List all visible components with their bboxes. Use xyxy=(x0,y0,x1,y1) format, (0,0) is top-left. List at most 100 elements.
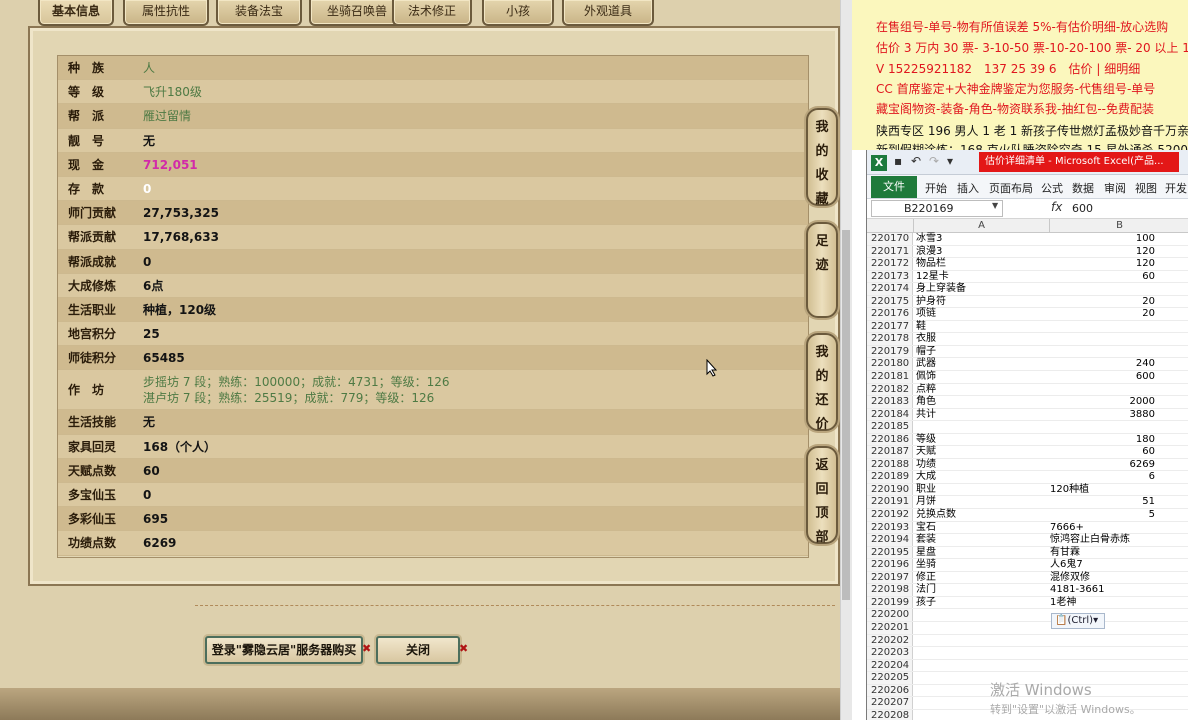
cell-a[interactable]: 点粹 xyxy=(916,384,1048,397)
tab-data[interactable]: 数据 xyxy=(1072,180,1094,196)
row-number[interactable]: 220192 xyxy=(867,509,913,521)
row-number[interactable]: 220179 xyxy=(867,345,913,358)
row-number[interactable]: 220189 xyxy=(867,471,913,483)
formula-input[interactable]: 600 xyxy=(1072,202,1093,215)
row-number[interactable]: 220174 xyxy=(867,283,913,295)
cell-a[interactable]: 帽子 xyxy=(916,346,1048,359)
my-counter-offer-button[interactable]: 我的还价 xyxy=(806,333,838,432)
cell-b[interactable]: 1老神 xyxy=(1050,597,1155,610)
cell-a[interactable]: 冰雪3 xyxy=(916,233,1048,246)
tab-page-layout[interactable]: 页面布局 xyxy=(989,180,1033,196)
row-number[interactable]: 220201 xyxy=(867,621,913,634)
row-number[interactable]: 220175 xyxy=(867,295,913,308)
chevron-down-icon[interactable]: ▾ xyxy=(947,154,953,168)
row-number[interactable]: 220177 xyxy=(867,320,913,333)
cell-b[interactable]: 180 xyxy=(1050,434,1155,447)
tab-review[interactable]: 审阅 xyxy=(1104,180,1126,196)
tab-child[interactable]: 小孩 xyxy=(482,0,554,26)
cell-a[interactable]: 衣服 xyxy=(916,333,1048,346)
cell-b[interactable]: 3880 xyxy=(1050,409,1155,422)
cell-a[interactable]: 物品栏 xyxy=(916,258,1048,271)
cell-b[interactable]: 7666+ xyxy=(1050,522,1155,535)
cell-a[interactable]: 12星卡 xyxy=(916,271,1048,284)
cell-b[interactable]: 人6鬼7 xyxy=(1050,559,1155,572)
row-number[interactable]: 220185 xyxy=(867,421,913,433)
login-server-purchase-button[interactable]: 登录"雾隐云居"服务器购买 xyxy=(205,636,363,664)
cell-a[interactable]: 修正 xyxy=(916,572,1048,585)
cell-b[interactable]: 51 xyxy=(1050,496,1155,509)
tab-mount-summon[interactable]: 坐骑召唤兽 xyxy=(309,0,405,26)
cell-a[interactable]: 宝石 xyxy=(916,522,1048,535)
cell-b[interactable]: 有甘霖 xyxy=(1050,547,1155,560)
row-number[interactable]: 220207 xyxy=(867,697,913,709)
cell-a[interactable]: 法门 xyxy=(916,584,1048,597)
row-number[interactable]: 220180 xyxy=(867,358,913,371)
cell-b[interactable]: 120 xyxy=(1050,246,1155,259)
row-number[interactable]: 220172 xyxy=(867,258,913,270)
cell-b[interactable]: 120种植 xyxy=(1050,484,1155,497)
cell-a[interactable]: 浪漫3 xyxy=(916,246,1048,259)
tab-file[interactable]: 文件 xyxy=(871,176,917,198)
row-number[interactable]: 220184 xyxy=(867,408,913,421)
row-number[interactable]: 220208 xyxy=(867,709,913,720)
column-header-b[interactable]: B xyxy=(1049,219,1188,233)
row-number[interactable]: 220182 xyxy=(867,383,913,396)
undo-icon[interactable]: ↶ xyxy=(911,154,921,168)
cell-a[interactable]: 护身符 xyxy=(916,296,1048,309)
chevron-down-icon[interactable]: ▼ xyxy=(992,201,998,210)
back-to-top-button[interactable]: 返回顶部 xyxy=(806,446,838,545)
row-number[interactable]: 220203 xyxy=(867,647,913,659)
cell-b[interactable]: 6269 xyxy=(1050,459,1155,472)
row-number[interactable]: 220199 xyxy=(867,596,913,609)
cell-a[interactable]: 项链 xyxy=(916,308,1048,321)
cell-b[interactable]: 惊鸿容止白骨赤炼 xyxy=(1050,534,1155,547)
cell-a[interactable]: 鞋 xyxy=(916,321,1048,334)
cell-b[interactable]: 20 xyxy=(1050,308,1155,321)
row-number[interactable]: 220190 xyxy=(867,483,913,496)
cell-b[interactable]: 20 xyxy=(1050,296,1155,309)
row-number[interactable]: 220178 xyxy=(867,333,913,345)
cell-a[interactable]: 套装 xyxy=(916,534,1048,547)
row-number[interactable]: 220195 xyxy=(867,546,913,559)
cell-b[interactable]: 60 xyxy=(1050,446,1155,459)
cell-a[interactable]: 天赋 xyxy=(916,446,1048,459)
row-number[interactable]: 220202 xyxy=(867,634,913,647)
row-number[interactable]: 220193 xyxy=(867,521,913,534)
save-icon[interactable]: ▪ xyxy=(894,154,902,168)
cell-a[interactable]: 功绩 xyxy=(916,459,1048,472)
cell-b[interactable]: 240 xyxy=(1050,358,1155,371)
redo-icon[interactable]: ↷ xyxy=(929,154,939,168)
tab-attribute-resistance[interactable]: 属性抗性 xyxy=(123,0,209,26)
cell-a[interactable]: 角色 xyxy=(916,396,1048,409)
cell-b[interactable]: 4181-3661 xyxy=(1050,584,1155,597)
tab-appearance[interactable]: 外观道具 xyxy=(562,0,654,26)
cell-a[interactable]: 等级 xyxy=(916,434,1048,447)
scrollbar-thumb[interactable] xyxy=(842,230,850,600)
fx-icon[interactable]: fx xyxy=(1051,200,1062,214)
cell-b[interactable]: 6 xyxy=(1050,471,1155,484)
cell-a[interactable]: 坐骑 xyxy=(916,559,1048,572)
cell-b[interactable]: 60 xyxy=(1050,271,1155,284)
row-number[interactable]: 220173 xyxy=(867,270,913,283)
row-number[interactable]: 220197 xyxy=(867,571,913,584)
row-number[interactable]: 220205 xyxy=(867,672,913,684)
row-number[interactable]: 220170 xyxy=(867,233,913,245)
row-number[interactable]: 220187 xyxy=(867,446,913,458)
row-number[interactable]: 220204 xyxy=(867,659,913,672)
row-number[interactable]: 220196 xyxy=(867,559,913,571)
row-number[interactable]: 220186 xyxy=(867,433,913,446)
cell-a[interactable]: 共计 xyxy=(916,409,1048,422)
row-number[interactable]: 220198 xyxy=(867,584,913,596)
row-number[interactable]: 220176 xyxy=(867,308,913,320)
name-box[interactable]: B220169 xyxy=(871,200,1003,217)
row-number[interactable]: 220191 xyxy=(867,496,913,509)
cell-a[interactable]: 大成 xyxy=(916,471,1048,484)
tab-home[interactable]: 开始 xyxy=(925,180,947,196)
tab-insert[interactable]: 插入 xyxy=(957,180,979,196)
cell-b[interactable]: 混修双修 xyxy=(1050,572,1155,585)
cell-b[interactable]: 100 xyxy=(1050,233,1155,246)
cell-a[interactable]: 佩饰 xyxy=(916,371,1048,384)
paste-options-button[interactable]: 📋(Ctrl)▾ xyxy=(1051,613,1105,629)
cell-a[interactable]: 孩子 xyxy=(916,597,1048,610)
row-number[interactable]: 220206 xyxy=(867,684,913,697)
